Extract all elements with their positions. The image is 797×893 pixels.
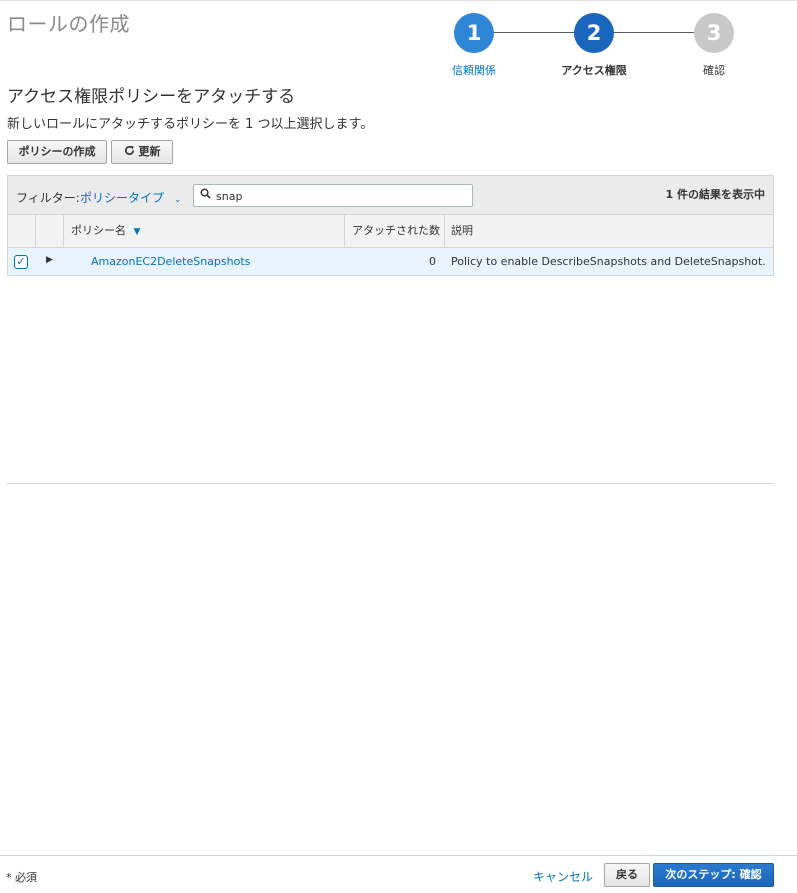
next-step-button[interactable]: 次のステップ: 確認 [653,863,774,887]
search-box[interactable] [193,184,473,207]
back-button[interactable]: 戻る [604,863,650,887]
policy-description: Policy to enable DescribeSnapshots and D… [451,255,766,268]
stepper-line-1-2 [493,32,575,33]
filter-label: フィルター: [16,191,80,205]
chevron-down-icon: ⌄ [173,195,182,205]
step-1-label[interactable]: 信頼関係 [414,62,534,78]
step-1-circle[interactable]: 1 [454,13,494,53]
column-policy-name-label: ポリシー名 [71,224,126,237]
step-2-circle: 2 [574,13,614,53]
section-title: アクセス権限ポリシーをアタッチする [7,87,296,107]
stepper-line-2-3 [613,32,695,33]
top-border [0,0,797,1]
page-title: ロールの作成 [7,12,130,36]
table-header: ポリシー名 ▼ アタッチされた数 説明 [7,215,774,248]
search-input[interactable] [214,187,468,206]
column-description-label: 説明 [451,224,473,237]
back-label: 戻る [616,868,638,881]
step-3-label: 確認 [703,64,725,77]
next-step-label: 次のステップ: 確認 [665,868,762,881]
column-attached-label: アタッチされた数 [352,224,440,237]
refresh-icon [124,141,135,163]
policy-name-link[interactable]: AmazonEC2DeleteSnapshots [91,255,250,268]
sort-desc-icon: ▼ [133,227,141,237]
step-3-circle: 3 [694,13,734,53]
policy-type-label: ポリシータイプ [80,191,165,205]
refresh-button[interactable]: 更新 [111,140,173,164]
column-header-description[interactable]: 説明 [444,215,773,247]
table-row[interactable]: ✓ ▶ AmazonEC2DeleteSnapshots 0 Policy to… [7,248,774,276]
expand-row-icon[interactable]: ▶ [46,255,53,265]
divider [7,483,774,484]
cancel-link[interactable]: キャンセル [533,868,593,885]
filter-bar: フィルター: ポリシータイプ ⌄ 1 件の結果を表示中 [7,175,774,215]
refresh-label: 更新 [138,145,161,158]
column-header-policy-name[interactable]: ポリシー名 ▼ [63,215,344,247]
search-icon [200,188,211,202]
footer-divider [0,855,797,856]
create-policy-button[interactable]: ポリシーの作成 [7,140,107,164]
create-policy-label: ポリシーの作成 [18,145,96,158]
column-header-attached-count[interactable]: アタッチされた数 [344,215,444,247]
required-note: * 必須 [6,871,37,884]
result-count: 1 件の結果を表示中 [665,188,765,201]
policy-type-filter-dropdown[interactable]: ポリシータイプ ⌄ [80,189,181,206]
select-column-header [8,215,35,247]
attached-count: 0 [429,255,436,268]
step-2-label: アクセス権限 [561,64,627,77]
row-checkbox[interactable]: ✓ [14,255,28,269]
expand-column-header [35,215,63,247]
section-description: 新しいロールにアタッチするポリシーを 1 つ以上選択します。 [7,117,374,132]
